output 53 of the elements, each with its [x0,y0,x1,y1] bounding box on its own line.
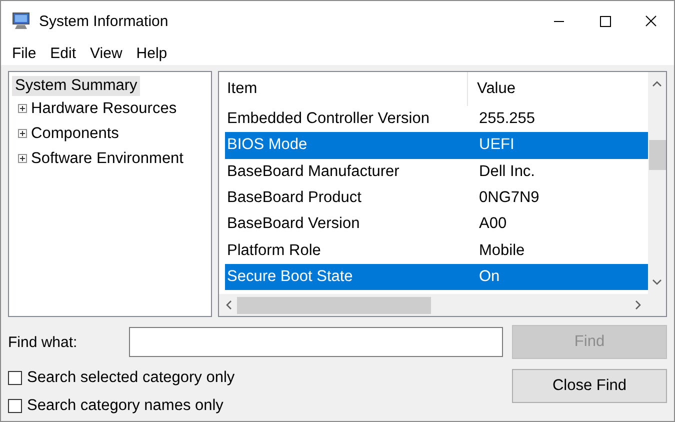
expand-icon[interactable] [18,154,27,163]
scroll-right-icon[interactable] [634,300,642,310]
tree-item[interactable]: Components [31,124,119,142]
scroll-thumb[interactable] [237,296,431,314]
tree-item[interactable]: System Summary [12,76,140,96]
scroll-thumb[interactable] [648,140,666,170]
table-cell-text: Secure Boot State [226,268,354,286]
close-find-button[interactable]: Close Find [512,369,667,403]
table-cell-text: BIOS Mode [226,136,308,154]
expand-icon[interactable] [18,104,27,113]
table-row[interactable]: BaseBoard Version A00 [225,211,648,238]
table-row[interactable]: Platform Role Mobile [225,237,648,264]
table-cell-text: BaseBoard Manufacturer [226,162,400,181]
window-title: System Information [39,12,170,30]
table-cell-text: Embedded Controller Version [226,110,430,128]
table-cell-text: On [478,268,500,286]
menu-item[interactable]: View [83,44,130,62]
find-field[interactable] [129,327,503,357]
checkbox-label[interactable]: Search selected category only [27,369,235,387]
horizontal-scrollbar[interactable] [219,294,648,316]
table-cell-text: BaseBoard Product [226,189,362,208]
maximize-icon[interactable] [599,15,611,27]
table-cell-text: A00 [478,215,507,234]
table-row[interactable]: BaseBoard Manufacturer Dell Inc. [225,158,648,185]
menu-item[interactable]: Edit [43,44,84,62]
scroll-left-icon[interactable] [225,300,233,310]
menu-item[interactable]: File [5,44,44,62]
vertical-scrollbar[interactable] [648,72,666,294]
table-row[interactable]: BIOS Mode UEFI [225,132,648,159]
checkbox[interactable] [8,371,22,385]
table-cell-text: 255.255 [478,110,536,128]
close-icon[interactable] [645,15,657,27]
table-row[interactable]: Embedded Controller Version 255.255 [225,106,648,132]
menu-item[interactable]: Help [129,44,174,62]
table-cell-text: BaseBoard Version [226,215,361,234]
expand-icon[interactable] [18,129,27,138]
table-cell-text: Dell Inc. [478,162,535,181]
computer-icon [11,12,31,30]
scroll-up-icon[interactable] [652,80,662,88]
column-header[interactable]: Value [468,72,516,106]
checkbox[interactable] [8,399,22,413]
scroll-down-icon[interactable] [652,278,662,286]
tree-item[interactable]: Hardware Resources [31,100,177,118]
column-header[interactable]: Item [225,72,468,106]
tree-item[interactable]: Software Environment [31,150,184,168]
find-label: Find what: [8,334,78,350]
table-row[interactable]: Secure Boot State On [225,264,648,290]
checkbox-label[interactable]: Search category names only [27,397,224,415]
table-cell-text: UEFI [478,136,514,154]
table-row[interactable]: BaseBoard Product 0NG7N9 [225,184,648,212]
table-cell-text: Mobile [478,242,525,260]
table-cell-text: Platform Role [226,242,322,260]
table-cell-text: 0NG7N9 [478,189,540,208]
